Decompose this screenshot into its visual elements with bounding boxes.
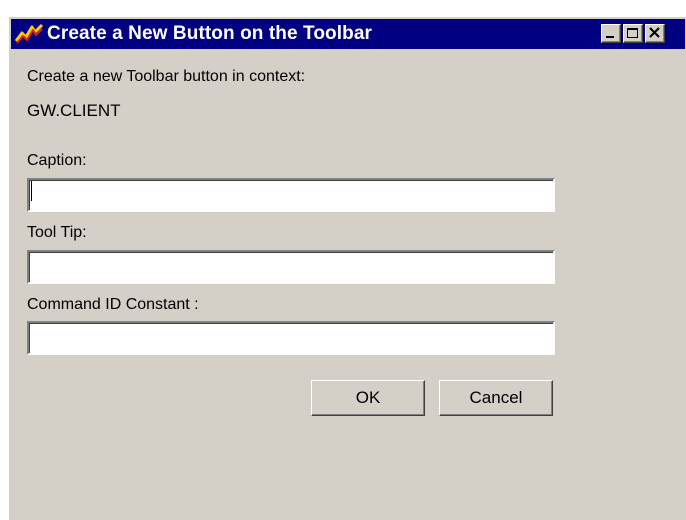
page: Create a New Button on the Toolbar Creat…: [0, 0, 686, 520]
tooltip-input[interactable]: [27, 250, 555, 284]
context-value: GW.CLIENT: [27, 101, 121, 120]
window-title: Create a New Button on the Toolbar: [47, 23, 373, 44]
text-caret: [31, 181, 32, 201]
close-icon: [649, 27, 660, 38]
lightning-icon: [14, 23, 44, 44]
dialog-window: Create a New Button on the Toolbar Creat…: [8, 16, 686, 520]
minimize-button[interactable]: [601, 24, 621, 43]
maximize-button[interactable]: [623, 24, 643, 43]
ok-button[interactable]: OK: [311, 380, 425, 416]
title-bar[interactable]: Create a New Button on the Toolbar: [11, 19, 685, 49]
caption-label: Caption:: [27, 152, 87, 169]
command-id-label: Command ID Constant :: [27, 296, 199, 313]
minimize-icon: [606, 36, 614, 38]
close-button[interactable]: [645, 24, 665, 43]
maximize-icon: [627, 28, 638, 38]
intro-text: Create a new Toolbar button in context:: [27, 68, 306, 85]
tooltip-label: Tool Tip:: [27, 224, 87, 241]
cancel-button[interactable]: Cancel: [439, 380, 553, 416]
caption-input[interactable]: [27, 178, 555, 212]
command-id-input[interactable]: [27, 321, 555, 355]
